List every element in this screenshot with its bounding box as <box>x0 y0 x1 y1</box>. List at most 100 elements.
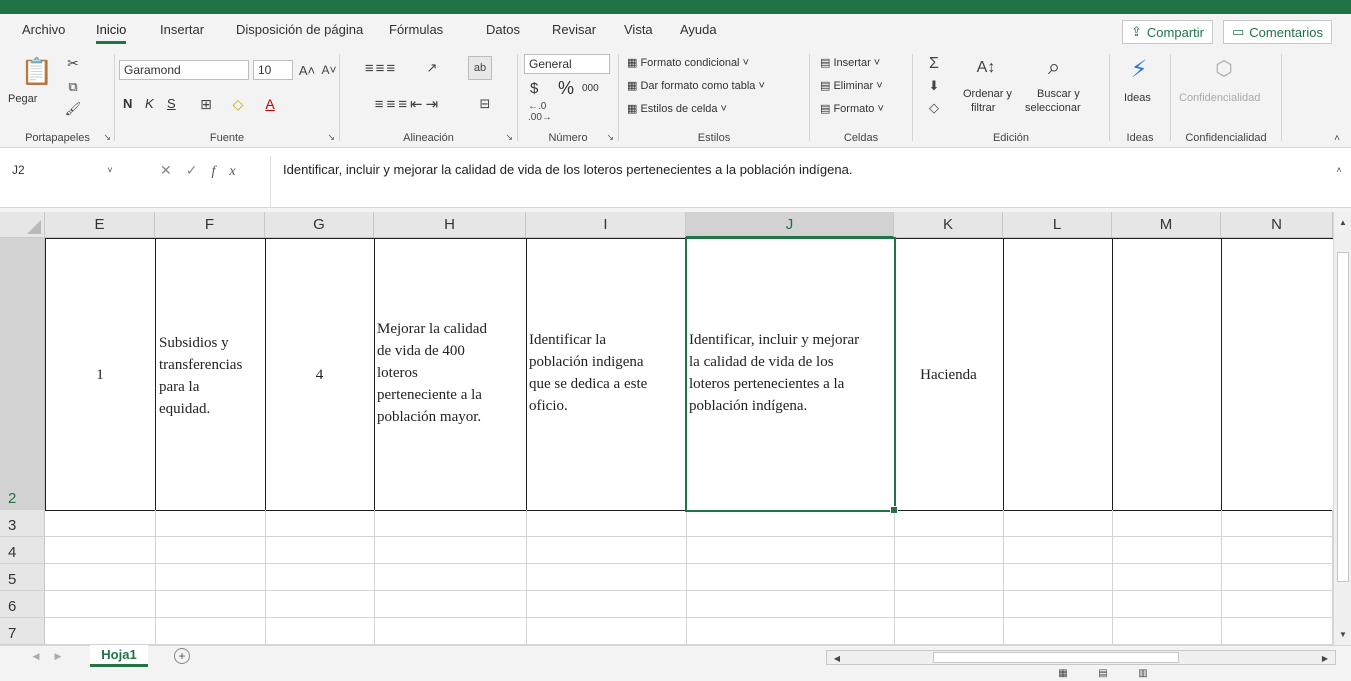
tab-revisar[interactable]: Revisar <box>552 22 596 37</box>
paste-label[interactable]: Pegar <box>8 93 37 105</box>
dialog-launcher-icon[interactable]: ↘ <box>327 132 335 143</box>
font-name-select[interactable]: Garamond <box>119 60 249 80</box>
sensitivity-icon[interactable]: ⬡ <box>1209 52 1239 84</box>
italic-button[interactable]: K <box>145 96 154 111</box>
cancel-icon[interactable]: ✕ <box>160 162 186 178</box>
percent-button[interactable]: % <box>558 78 574 99</box>
vertical-align-icon[interactable]: ≡≡≡ <box>348 58 414 78</box>
conditional-formatting-button[interactable]: ▦ Formato condicional ˅ <box>627 56 749 69</box>
font-size-select[interactable]: 10 <box>253 60 293 80</box>
column-header-h[interactable]: H <box>374 212 526 238</box>
underline-button[interactable]: S <box>167 96 176 111</box>
currency-button[interactable]: $ <box>530 80 538 97</box>
prev-sheet-icon[interactable]: ◀ <box>30 650 42 662</box>
insert-cells-button[interactable]: ▤ Insertar ˅ <box>820 56 880 69</box>
tab-ayuda[interactable]: Ayuda <box>680 22 717 37</box>
expand-formula-icon[interactable]: ˄ <box>1333 162 1345 178</box>
wrap-text-icon[interactable]: ab <box>468 56 492 80</box>
format-as-table-button[interactable]: ▦ Dar formato como tabla ˅ <box>627 79 765 92</box>
row-header-4[interactable]: 4 <box>0 537 45 564</box>
paste-icon[interactable]: 📋 <box>20 56 54 86</box>
column-header-k[interactable]: K <box>894 212 1003 238</box>
increase-font-icon[interactable]: A˄ <box>297 60 317 80</box>
find-select-label-2[interactable]: seleccionar <box>1025 102 1081 114</box>
formula-input[interactable]: Identificar, incluir y mejorar la calida… <box>270 156 1351 208</box>
merge-icon[interactable]: ⊟ <box>470 94 500 114</box>
sort-filter-label-1[interactable]: Ordenar y <box>963 88 1012 100</box>
borders-icon[interactable]: ⊞ <box>195 94 217 114</box>
scroll-left-icon[interactable]: ◀ <box>831 652 843 664</box>
tab-vista[interactable]: Vista <box>624 22 653 37</box>
format-cells-button[interactable]: ▤ Formato ˅ <box>820 102 884 115</box>
column-header-i[interactable]: I <box>526 212 686 238</box>
bold-button[interactable]: N <box>123 96 132 111</box>
next-sheet-icon[interactable]: ▶ <box>52 650 64 662</box>
page-layout-icon[interactable]: ▤ <box>1096 667 1110 679</box>
add-sheet-button[interactable]: + <box>174 648 190 664</box>
dialog-launcher-icon[interactable]: ↘ <box>505 132 513 143</box>
comments-button[interactable]: ▭ Comentarios <box>1223 20 1332 44</box>
column-header-m[interactable]: M <box>1112 212 1221 238</box>
tab-datos[interactable]: Datos <box>486 22 520 37</box>
sort-filter-icon[interactable]: A↕ <box>971 54 1001 82</box>
copy-icon[interactable]: ⧉ <box>64 78 82 96</box>
ideas-icon[interactable]: ⚡ <box>1124 52 1154 86</box>
column-header-l[interactable]: L <box>1003 212 1112 238</box>
cell-styles-button[interactable]: ▦ Estilos de celda ˅ <box>627 102 727 115</box>
column-header-g[interactable]: G <box>265 212 374 238</box>
number-format-select[interactable]: General <box>524 54 610 74</box>
tab-disposicion[interactable]: Disposición de página <box>236 22 363 37</box>
row-header-2[interactable]: 2 <box>0 238 45 510</box>
vertical-scroll-thumb[interactable] <box>1337 252 1349 582</box>
tab-insertar[interactable]: Insertar <box>160 22 204 37</box>
select-all-button[interactable] <box>0 212 45 238</box>
row-header-3[interactable]: 3 <box>0 510 45 537</box>
share-button[interactable]: ⇪ Compartir <box>1122 20 1213 44</box>
name-box[interactable]: J2 <box>8 160 118 182</box>
vertical-scrollbar[interactable]: ▲ ▼ <box>1333 212 1351 645</box>
cut-icon[interactable]: ✂ <box>64 54 82 72</box>
row-header-5[interactable]: 5 <box>0 564 45 591</box>
thousands-button[interactable]: 000 <box>582 83 599 94</box>
horizontal-scroll-thumb[interactable] <box>933 652 1179 663</box>
enter-icon[interactable]: ✓ <box>186 162 212 178</box>
column-header-f[interactable]: F <box>155 212 265 238</box>
ideas-label[interactable]: Ideas <box>1124 92 1151 104</box>
chevron-down-icon[interactable]: ˅ <box>104 162 116 178</box>
normal-view-icon[interactable]: ▦ <box>1056 667 1070 679</box>
tab-formulas[interactable]: Fórmulas <box>389 22 443 37</box>
sort-filter-label-2[interactable]: filtrar <box>971 102 995 114</box>
column-header-j[interactable]: J <box>686 212 894 238</box>
cell-m2[interactable] <box>1112 238 1222 511</box>
search-icon[interactable]: ⌕ <box>1039 52 1069 82</box>
cell-l2[interactable] <box>1003 238 1113 511</box>
tab-archivo[interactable]: Archivo <box>22 22 65 37</box>
delete-cells-button[interactable]: ▤ Eliminar ˅ <box>820 79 883 92</box>
horizontal-align-icon[interactable]: ≡≡≡⇤⇥ <box>348 94 468 114</box>
row-header-7[interactable]: 7 <box>0 618 45 645</box>
orientation-icon[interactable]: ↗ <box>418 58 446 78</box>
worksheet-grid[interactable]: E F G H I J K L M N 2 3 4 5 6 7 1 Subsid… <box>0 212 1333 645</box>
decrease-font-icon[interactable]: A˅ <box>319 60 339 80</box>
column-header-e[interactable]: E <box>45 212 155 238</box>
sensitivity-label[interactable]: Confidencialidad <box>1179 92 1260 104</box>
collapse-ribbon-icon[interactable]: ˄ <box>1330 132 1344 144</box>
dialog-launcher-icon[interactable]: ↘ <box>606 132 614 143</box>
fill-icon[interactable]: ⬇ <box>923 76 945 96</box>
tab-inicio[interactable]: Inicio <box>96 22 127 44</box>
dialog-launcher-icon[interactable]: ↘ <box>103 132 111 143</box>
decimals-icon[interactable]: ←.0 .00→ <box>528 101 568 123</box>
format-painter-icon[interactable]: 🖌 <box>64 100 82 118</box>
font-color-icon[interactable]: A <box>259 94 281 114</box>
cell-n2[interactable] <box>1221 238 1333 511</box>
scroll-right-icon[interactable]: ▶ <box>1319 652 1331 664</box>
fill-color-icon[interactable]: ◇ <box>227 94 249 114</box>
row-header-6[interactable]: 6 <box>0 591 45 618</box>
page-break-icon[interactable]: ▥ <box>1136 667 1150 679</box>
autosum-icon[interactable]: Σ <box>923 54 945 74</box>
column-header-n[interactable]: N <box>1221 212 1333 238</box>
find-select-label-1[interactable]: Buscar y <box>1037 88 1080 100</box>
scroll-up-icon[interactable]: ▲ <box>1337 216 1349 228</box>
function-icon[interactable]: fx <box>211 164 249 179</box>
scroll-down-icon[interactable]: ▼ <box>1337 628 1349 640</box>
